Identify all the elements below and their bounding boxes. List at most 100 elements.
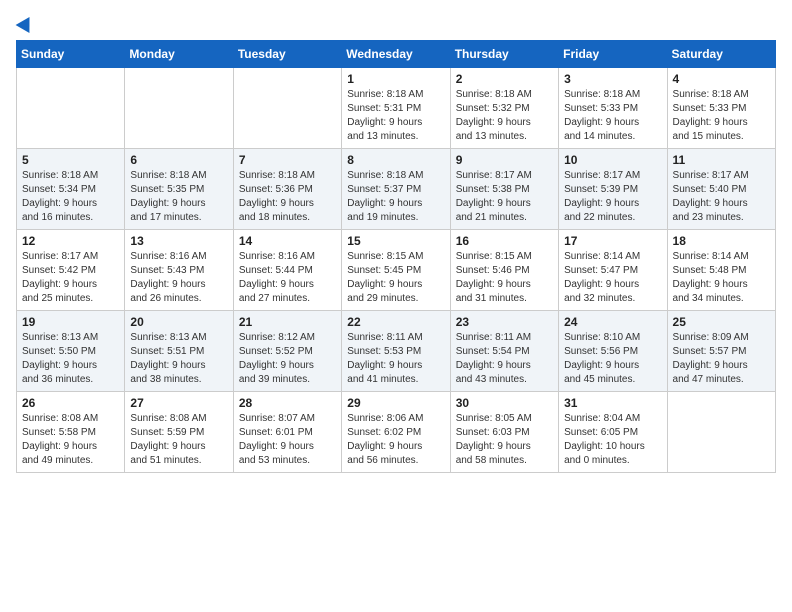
calendar-cell: 9 Sunrise: 8:17 AM Sunset: 5:38 PM Daylig… <box>450 149 558 230</box>
calendar-cell <box>17 68 125 149</box>
day-info: Sunrise: 8:15 AM Sunset: 5:46 PM Dayligh… <box>456 250 553 306</box>
day-info: Sunrise: 8:16 AM Sunset: 5:44 PM Dayligh… <box>239 250 336 306</box>
weekday-header-tuesday: Tuesday <box>233 41 341 68</box>
day-info: Sunrise: 8:17 AM Sunset: 5:40 PM Dayligh… <box>673 169 770 225</box>
calendar-cell: 26 Sunrise: 8:08 AM Sunset: 5:58 PM Dayli… <box>17 392 125 473</box>
calendar-cell: 16Sunrise: 8:15 AM Sunset: 5:46 PM Dayli… <box>450 230 558 311</box>
day-number: 4 <box>673 72 770 86</box>
day-info: Sunrise: 8:04 AM Sunset: 6:05 PM Dayligh… <box>564 412 661 468</box>
day-info: Sunrise: 8:14 AM Sunset: 5:48 PM Dayligh… <box>673 250 770 306</box>
day-info: Sunrise: 8:09 AM Sunset: 5:57 PM Dayligh… <box>673 331 770 387</box>
day-number: 10 <box>564 153 661 167</box>
calendar-cell: 14 Sunrise: 8:16 AM Sunset: 5:44 PM Dayli… <box>233 230 341 311</box>
day-number: 14 <box>239 234 336 248</box>
day-number: 9 <box>456 153 553 167</box>
day-info: Sunrise: 8:18 AM Sunset: 5:33 PM Dayligh… <box>673 88 770 144</box>
calendar-cell: 12 Sunrise: 8:17 AM Sunset: 5:42 PM Dayli… <box>17 230 125 311</box>
day-info: Sunrise: 8:11 AM Sunset: 5:53 PM Dayligh… <box>347 331 444 387</box>
day-number: 7 <box>239 153 336 167</box>
day-number: 12 <box>22 234 119 248</box>
weekday-header-monday: Monday <box>125 41 233 68</box>
calendar-cell: 11 Sunrise: 8:17 AM Sunset: 5:40 PM Dayli… <box>667 149 775 230</box>
calendar-week-row: 12 Sunrise: 8:17 AM Sunset: 5:42 PM Dayli… <box>17 230 776 311</box>
calendar-table: SundayMondayTuesdayWednesdayThursdayFrid… <box>16 40 776 473</box>
day-number: 29 <box>347 396 444 410</box>
calendar-cell: 8 Sunrise: 8:18 AM Sunset: 5:37 PM Daylig… <box>342 149 450 230</box>
calendar-header-row: SundayMondayTuesdayWednesdayThursdayFrid… <box>17 41 776 68</box>
calendar-cell: 28 Sunrise: 8:07 AM Sunset: 6:01 PM Dayli… <box>233 392 341 473</box>
day-number: 6 <box>130 153 227 167</box>
day-number: 20 <box>130 315 227 329</box>
day-number: 17 <box>564 234 661 248</box>
weekday-header-sunday: Sunday <box>17 41 125 68</box>
calendar-cell: 2Sunrise: 8:18 AM Sunset: 5:32 PM Daylig… <box>450 68 558 149</box>
day-info: Sunrise: 8:15 AM Sunset: 5:45 PM Dayligh… <box>347 250 444 306</box>
day-number: 8 <box>347 153 444 167</box>
day-info: Sunrise: 8:18 AM Sunset: 5:35 PM Dayligh… <box>130 169 227 225</box>
calendar-cell: 20 Sunrise: 8:13 AM Sunset: 5:51 PM Dayli… <box>125 311 233 392</box>
day-number: 26 <box>22 396 119 410</box>
day-number: 5 <box>22 153 119 167</box>
logo-triangle-icon <box>16 13 37 33</box>
day-info: Sunrise: 8:17 AM Sunset: 5:38 PM Dayligh… <box>456 169 553 225</box>
calendar-cell: 10 Sunrise: 8:17 AM Sunset: 5:39 PM Dayli… <box>559 149 667 230</box>
calendar-cell: 25 Sunrise: 8:09 AM Sunset: 5:57 PM Dayli… <box>667 311 775 392</box>
day-info: Sunrise: 8:16 AM Sunset: 5:43 PM Dayligh… <box>130 250 227 306</box>
calendar-week-row: 1 Sunrise: 8:18 AM Sunset: 5:31 PM Daylig… <box>17 68 776 149</box>
day-number: 24 <box>564 315 661 329</box>
day-info: Sunrise: 8:05 AM Sunset: 6:03 PM Dayligh… <box>456 412 553 468</box>
day-info: Sunrise: 8:18 AM Sunset: 5:33 PM Dayligh… <box>564 88 661 144</box>
day-info: Sunrise: 8:13 AM Sunset: 5:51 PM Dayligh… <box>130 331 227 387</box>
weekday-header-wednesday: Wednesday <box>342 41 450 68</box>
calendar-cell: 18 Sunrise: 8:14 AM Sunset: 5:48 PM Dayli… <box>667 230 775 311</box>
day-info: Sunrise: 8:14 AM Sunset: 5:47 PM Dayligh… <box>564 250 661 306</box>
calendar-cell: 19Sunrise: 8:13 AM Sunset: 5:50 PM Dayli… <box>17 311 125 392</box>
day-number: 27 <box>130 396 227 410</box>
calendar-week-row: 19Sunrise: 8:13 AM Sunset: 5:50 PM Dayli… <box>17 311 776 392</box>
calendar-cell: 17 Sunrise: 8:14 AM Sunset: 5:47 PM Dayli… <box>559 230 667 311</box>
day-info: Sunrise: 8:18 AM Sunset: 5:31 PM Dayligh… <box>347 88 444 144</box>
day-info: Sunrise: 8:08 AM Sunset: 5:58 PM Dayligh… <box>22 412 119 468</box>
weekday-header-saturday: Saturday <box>667 41 775 68</box>
calendar-cell: 1 Sunrise: 8:18 AM Sunset: 5:31 PM Daylig… <box>342 68 450 149</box>
day-number: 1 <box>347 72 444 86</box>
day-info: Sunrise: 8:17 AM Sunset: 5:42 PM Dayligh… <box>22 250 119 306</box>
day-number: 15 <box>347 234 444 248</box>
calendar-cell: 22Sunrise: 8:11 AM Sunset: 5:53 PM Dayli… <box>342 311 450 392</box>
calendar-cell: 15 Sunrise: 8:15 AM Sunset: 5:45 PM Dayli… <box>342 230 450 311</box>
day-number: 25 <box>673 315 770 329</box>
calendar-cell <box>125 68 233 149</box>
day-number: 2 <box>456 72 553 86</box>
calendar-cell <box>233 68 341 149</box>
day-info: Sunrise: 8:17 AM Sunset: 5:39 PM Dayligh… <box>564 169 661 225</box>
day-number: 28 <box>239 396 336 410</box>
day-number: 18 <box>673 234 770 248</box>
day-info: Sunrise: 8:06 AM Sunset: 6:02 PM Dayligh… <box>347 412 444 468</box>
day-number: 21 <box>239 315 336 329</box>
day-number: 3 <box>564 72 661 86</box>
calendar-cell: 4 Sunrise: 8:18 AM Sunset: 5:33 PM Daylig… <box>667 68 775 149</box>
day-info: Sunrise: 8:11 AM Sunset: 5:54 PM Dayligh… <box>456 331 553 387</box>
day-number: 30 <box>456 396 553 410</box>
day-info: Sunrise: 8:10 AM Sunset: 5:56 PM Dayligh… <box>564 331 661 387</box>
calendar-week-row: 5Sunrise: 8:18 AM Sunset: 5:34 PM Daylig… <box>17 149 776 230</box>
logo <box>16 16 34 30</box>
calendar-cell: 27 Sunrise: 8:08 AM Sunset: 5:59 PM Dayli… <box>125 392 233 473</box>
calendar-cell: 29 Sunrise: 8:06 AM Sunset: 6:02 PM Dayli… <box>342 392 450 473</box>
day-info: Sunrise: 8:08 AM Sunset: 5:59 PM Dayligh… <box>130 412 227 468</box>
calendar-cell: 21 Sunrise: 8:12 AM Sunset: 5:52 PM Dayli… <box>233 311 341 392</box>
day-info: Sunrise: 8:13 AM Sunset: 5:50 PM Dayligh… <box>22 331 119 387</box>
calendar-cell: 23 Sunrise: 8:11 AM Sunset: 5:54 PM Dayli… <box>450 311 558 392</box>
weekday-header-thursday: Thursday <box>450 41 558 68</box>
day-number: 11 <box>673 153 770 167</box>
calendar-cell: 6 Sunrise: 8:18 AM Sunset: 5:35 PM Daylig… <box>125 149 233 230</box>
calendar-cell: 30 Sunrise: 8:05 AM Sunset: 6:03 PM Dayli… <box>450 392 558 473</box>
day-number: 23 <box>456 315 553 329</box>
calendar-cell: 31Sunrise: 8:04 AM Sunset: 6:05 PM Dayli… <box>559 392 667 473</box>
day-info: Sunrise: 8:07 AM Sunset: 6:01 PM Dayligh… <box>239 412 336 468</box>
weekday-header-friday: Friday <box>559 41 667 68</box>
day-info: Sunrise: 8:18 AM Sunset: 5:37 PM Dayligh… <box>347 169 444 225</box>
calendar-week-row: 26 Sunrise: 8:08 AM Sunset: 5:58 PM Dayli… <box>17 392 776 473</box>
calendar-cell: 24 Sunrise: 8:10 AM Sunset: 5:56 PM Dayli… <box>559 311 667 392</box>
day-info: Sunrise: 8:12 AM Sunset: 5:52 PM Dayligh… <box>239 331 336 387</box>
